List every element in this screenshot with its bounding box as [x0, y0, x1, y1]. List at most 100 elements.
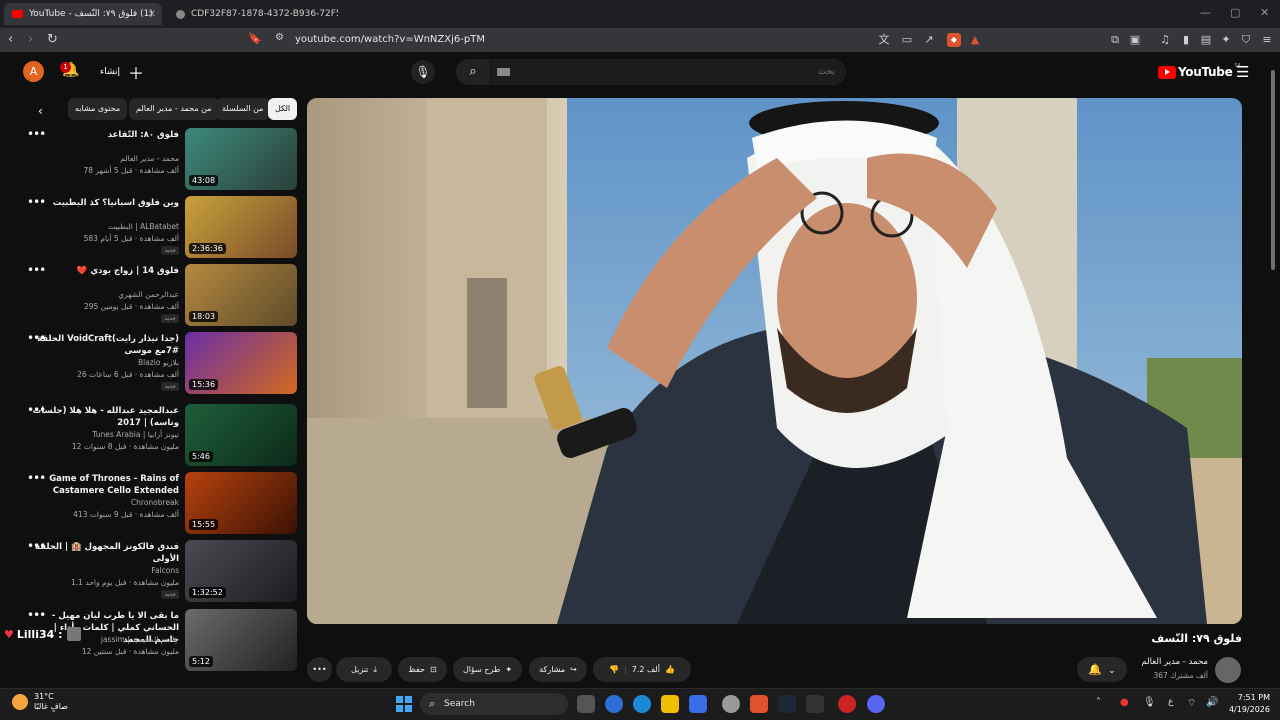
more-options-icon[interactable]: ••• — [27, 471, 46, 485]
sidebar-icon[interactable]: ▮ — [1179, 33, 1193, 47]
start-button[interactable] — [396, 696, 412, 712]
brave-icon[interactable] — [750, 695, 768, 713]
recommendation-thumbnail[interactable]: 43:08 — [185, 128, 297, 190]
rewards-icon[interactable]: ▲ — [968, 33, 982, 47]
more-options-icon[interactable]: ••• — [27, 608, 46, 622]
forward-icon[interactable]: › — [28, 32, 33, 47]
recommendation-thumbnail[interactable]: 5:12 — [185, 609, 297, 671]
recommendation-title[interactable]: فندق فالكونز المجهول 🏨 | الحلقة الأولى — [29, 541, 179, 565]
music-icon[interactable]: ♫ — [1158, 33, 1172, 47]
store-icon[interactable] — [689, 695, 707, 713]
download-button[interactable]: تنزيل ⤓ — [336, 657, 392, 682]
language-indicator-icon[interactable]: ع — [1168, 697, 1173, 707]
chip-from-series[interactable]: من السلسلة — [215, 98, 271, 120]
channel-name[interactable]: محمد - مدير العالم — [1120, 657, 1208, 667]
recommendation-channel[interactable]: Chronobreak — [29, 498, 179, 507]
more-options-icon[interactable]: ••• — [27, 263, 46, 277]
file-explorer-icon[interactable] — [661, 695, 679, 713]
translate-icon[interactable]: 文 — [877, 33, 891, 47]
share-icon[interactable]: ↗ — [922, 33, 936, 47]
minimize-icon[interactable]: — — [1200, 6, 1211, 19]
wallet-icon[interactable]: ▤ — [1199, 33, 1213, 47]
recommendation-title[interactable]: عبدالمجيد عبدالله - هلا هلا (جلسات وناسه… — [29, 405, 179, 429]
steam-icon[interactable] — [778, 695, 796, 713]
recommendation-channel[interactable]: عبدالرحمن الشهري — [29, 290, 179, 299]
chips-scroll-left-icon[interactable]: ‹ — [38, 104, 43, 118]
recommendation-channel[interactable]: Tunes Arabia | تيونز أرابيا — [29, 430, 179, 439]
browser-menu-icon[interactable]: ≡ — [1260, 33, 1274, 47]
keyboard-icon[interactable] — [497, 68, 510, 76]
close-window-icon[interactable]: ✕ — [1260, 6, 1269, 19]
microphone-icon[interactable]: 🎙 — [1143, 697, 1156, 708]
chip-from-channel[interactable]: من محمد - مدير العالم — [129, 98, 219, 120]
voice-search-mic-icon[interactable]: 🎙 — [411, 60, 435, 84]
create-button[interactable]: إنشاء ＋ — [100, 62, 144, 83]
edge-browser-icon[interactable] — [633, 695, 651, 713]
url-field[interactable]: youtube.com/watch?v=WnNZXj6-pTM — [295, 34, 485, 45]
site-info-icon[interactable]: ⚙ — [275, 32, 284, 43]
weather-widget[interactable]: 31°C صافٍ غالبًا — [12, 692, 68, 712]
wifi-icon[interactable]: ⌔ — [1187, 697, 1196, 710]
leo-ai-icon[interactable]: ✦ — [1219, 33, 1233, 47]
recommendation-thumbnail[interactable]: 15:36 — [185, 332, 297, 394]
more-actions-button[interactable]: ••• — [307, 657, 332, 682]
subscribed-notifications-button[interactable]: 🔔 ⌄ — [1077, 657, 1127, 682]
scrollbar-thumb[interactable] — [1271, 70, 1275, 270]
ask-button[interactable]: طرح سؤال ✦ — [453, 657, 522, 682]
maximize-icon[interactable]: ▢ — [1230, 6, 1240, 19]
taskbar-search[interactable]: ⌕ Search — [420, 693, 568, 715]
more-options-icon[interactable]: ••• — [27, 403, 46, 417]
vpn-icon[interactable]: ⛉ — [1239, 33, 1253, 47]
extensions-icon[interactable]: ⧉ — [1108, 33, 1122, 47]
tray-app-icon[interactable]: ● — [1120, 697, 1129, 708]
obs-icon[interactable] — [838, 695, 856, 713]
search-button[interactable]: ⌕ — [456, 59, 490, 85]
discord-icon[interactable] — [867, 695, 885, 713]
chip-related[interactable]: محتوى مشابه — [68, 98, 128, 120]
recommendation-thumbnail[interactable]: 2:36:36 — [185, 196, 297, 258]
video-player[interactable] — [307, 98, 1242, 624]
brave-shields-icon[interactable]: ◆ — [947, 33, 961, 47]
recommendation-thumbnail[interactable]: 15:55 — [185, 472, 297, 534]
recommendation-channel[interactable]: Blazio بلازيو — [29, 358, 179, 367]
edge-icon[interactable] — [605, 695, 623, 713]
like-icon[interactable]: 👍 — [665, 665, 675, 674]
more-options-icon[interactable]: ••• — [27, 539, 46, 553]
recommendation-channel[interactable]: البطبيت | ALBatabet — [29, 222, 179, 231]
dislike-icon[interactable]: 👎 — [609, 665, 619, 674]
recommendation-title[interactable]: (جدا تيذار رايت)VoidCraft الحلقة #7مع مو… — [29, 333, 179, 357]
channel-avatar[interactable] — [1215, 657, 1241, 683]
close-tab-icon[interactable]: ✕ — [148, 9, 156, 20]
recommendation-thumbnail[interactable]: 18:03 — [185, 264, 297, 326]
bookmark-icon[interactable]: 🔖 — [248, 32, 262, 45]
more-options-icon[interactable]: ••• — [27, 195, 46, 209]
recommendation-channel[interactable]: محمد - مدير العالم — [29, 154, 179, 163]
tab-youtube[interactable]: (1) فلوق ٧٩: النّسف - YouTube ✕ — [4, 3, 162, 25]
recommendation-channel[interactable]: Falcons — [29, 566, 179, 575]
guide-menu-icon[interactable]: ☰ — [1236, 63, 1249, 81]
search-input[interactable] — [491, 60, 845, 84]
recommendation-thumbnail[interactable]: 5:46 — [185, 404, 297, 466]
page-scrollbar[interactable] — [1270, 56, 1276, 676]
chip-all[interactable]: الكل — [268, 98, 298, 120]
app-icon[interactable] — [806, 695, 824, 713]
recommendation-title[interactable]: Game of Thrones - Rains of Castamere Cel… — [29, 473, 179, 497]
taskbar-clock[interactable]: 7:51 PM 4/19/2026 — [1222, 692, 1270, 716]
more-options-icon[interactable]: ••• — [27, 127, 46, 141]
back-icon[interactable]: ‹ — [8, 32, 13, 47]
save-button[interactable]: حفظ ⊡ — [398, 657, 447, 682]
reload-icon[interactable]: ↻ — [47, 32, 58, 47]
tab-second[interactable]: CDF32F87-1878-4372-B936-72F512 — [168, 3, 338, 25]
recommendation-title[interactable]: وين فلوق اسبانيا؟ كذ البطبيت — [29, 197, 179, 209]
cast-icon[interactable]: ▭ — [900, 33, 914, 47]
recommendation-title[interactable]: فلوق ٨٠: التّقاعد — [29, 129, 179, 141]
recommendation-thumbnail[interactable]: 1:32:52 — [185, 540, 297, 602]
share-button[interactable]: مشاركة ↪ — [529, 657, 587, 682]
recommendation-title[interactable]: فلوق 14 | زواج بودي ❤️ — [29, 265, 179, 277]
screenshot-icon[interactable]: ▣ — [1128, 33, 1142, 47]
chevron-up-icon[interactable]: ˄ — [1096, 697, 1101, 708]
youtube-logo[interactable]: YouTube SA — [1158, 63, 1241, 80]
like-dislike-button[interactable]: 👎 | 7.2 ألف 👍 — [593, 657, 691, 682]
volume-icon[interactable]: 🔊 — [1206, 697, 1218, 708]
task-view-icon[interactable] — [577, 695, 595, 713]
